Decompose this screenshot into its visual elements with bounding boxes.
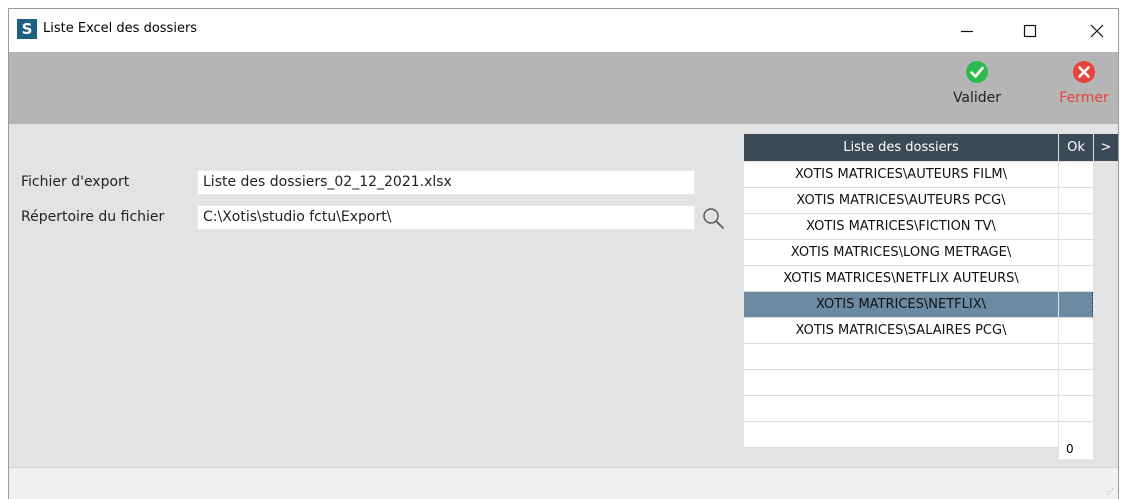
chevron-right-icon: >: [1100, 140, 1112, 155]
close-dialog-label: Fermer: [1059, 90, 1109, 106]
folder-name-cell[interactable]: [744, 370, 1058, 396]
close-icon: [1090, 24, 1104, 37]
grid-scroll-right-button[interactable]: >: [1094, 134, 1118, 161]
search-icon: [703, 208, 724, 229]
ok-cell[interactable]: [1059, 240, 1093, 266]
title-bar: S Liste Excel des dossiers: [9, 9, 1118, 52]
maximize-icon: [1023, 24, 1037, 37]
ok-cell[interactable]: [1059, 162, 1093, 188]
close-window-button[interactable]: [1075, 9, 1118, 52]
ok-count: 0: [1059, 439, 1093, 459]
ok-cell[interactable]: [1059, 396, 1093, 422]
folders-grid[interactable]: Liste des dossiers Ok > XOTIS MATRICES\A…: [744, 134, 1118, 460]
folder-name-cell[interactable]: XOTIS MATRICES\NETFLIX\: [744, 292, 1058, 318]
ok-cell[interactable]: [1059, 292, 1093, 318]
close-dialog-button[interactable]: Fermer: [1049, 60, 1118, 106]
ok-cell[interactable]: [1059, 266, 1093, 292]
directory-label: Répertoire du fichier: [21, 209, 165, 225]
folder-name-cell[interactable]: XOTIS MATRICES\AUTEURS PCG\: [744, 188, 1058, 214]
resize-grip-icon[interactable]: ⋰: [1106, 487, 1114, 496]
folder-name-cell[interactable]: XOTIS MATRICES\LONG METRAGE\: [744, 240, 1058, 266]
ok-cell[interactable]: [1059, 318, 1093, 344]
minimize-button[interactable]: [945, 9, 989, 52]
checkmark-circle-icon: [966, 61, 988, 83]
app-logo-icon: S: [17, 19, 37, 39]
export-file-input[interactable]: Liste des dossiers_02_12_2021.xlsx: [197, 170, 695, 195]
close-circle-icon: [1073, 61, 1095, 83]
folder-name-cell[interactable]: XOTIS MATRICES\AUTEURS FILM\: [744, 162, 1058, 188]
window-title: Liste Excel des dossiers: [43, 21, 198, 36]
ok-cell[interactable]: [1059, 344, 1093, 370]
ok-cell[interactable]: [1059, 188, 1093, 214]
dialog-window: S Liste Excel des dossiers Valider Ferme…: [8, 8, 1119, 499]
ok-cell[interactable]: [1059, 370, 1093, 396]
folder-name-cell[interactable]: XOTIS MATRICES\NETFLIX AUTEURS\: [744, 266, 1058, 292]
validate-button[interactable]: Valider: [945, 60, 1009, 106]
folder-name-cell[interactable]: XOTIS MATRICES\SALAIRES PCG\: [744, 318, 1058, 344]
maximize-button[interactable]: [1008, 9, 1052, 52]
directory-input[interactable]: C:\Xotis\studio fctu\Export\: [197, 205, 695, 230]
folder-name-cell[interactable]: [744, 344, 1058, 370]
folder-name-cell[interactable]: [744, 396, 1058, 422]
folder-name-cell[interactable]: XOTIS MATRICES\FICTION TV\: [744, 214, 1058, 240]
status-bar: ⋰: [9, 467, 1118, 499]
toolbar: Valider Fermer: [9, 52, 1118, 124]
export-file-label: Fichier d'export: [21, 174, 130, 190]
minimize-icon: [961, 30, 973, 32]
grid-header-folders[interactable]: Liste des dossiers: [744, 134, 1058, 161]
validate-label: Valider: [952, 90, 1002, 106]
folder-name-cell[interactable]: [744, 422, 1058, 448]
browse-directory-button[interactable]: [699, 205, 729, 233]
grid-header-ok[interactable]: Ok: [1059, 134, 1093, 161]
ok-cell[interactable]: [1059, 214, 1093, 240]
